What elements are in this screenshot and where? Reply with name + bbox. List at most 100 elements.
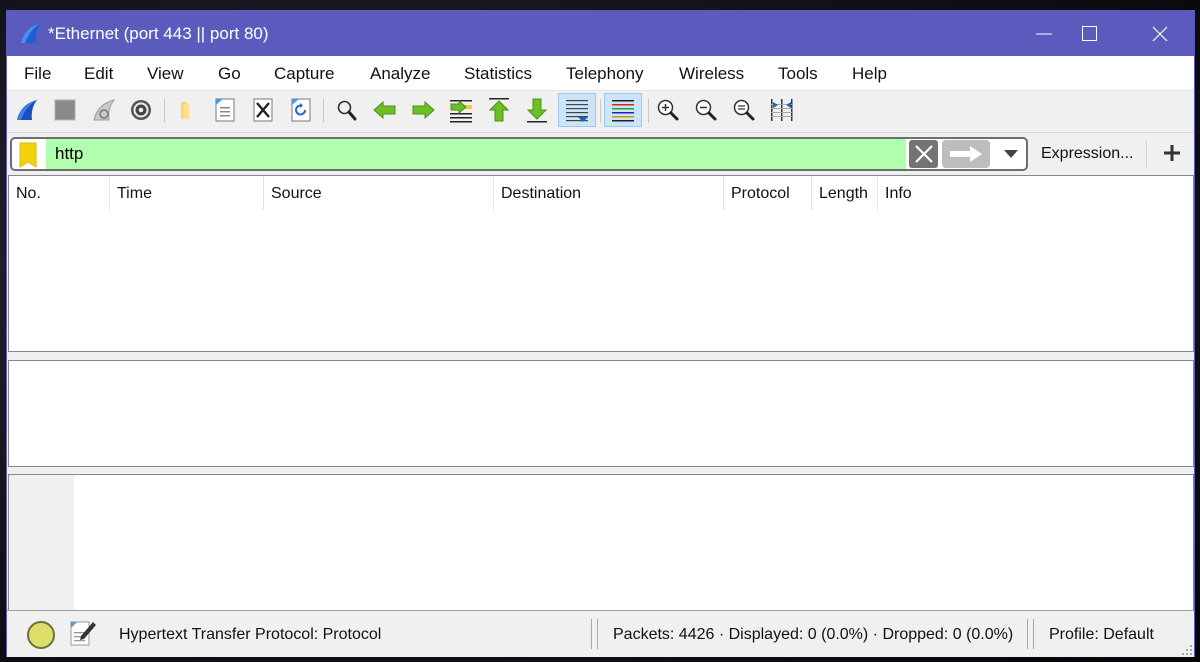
- main-toolbar: [7, 92, 1194, 130]
- find-packet-button[interactable]: [332, 95, 362, 125]
- toolbar-separator: [323, 99, 324, 123]
- chevron-down-icon: [1004, 150, 1018, 158]
- folder-icon: [181, 102, 189, 119]
- menu-capture[interactable]: Capture: [274, 64, 334, 84]
- start-capture-button[interactable]: [12, 95, 42, 125]
- gear-icon: [131, 100, 151, 120]
- display-filter-bar: Expression...: [7, 132, 1194, 174]
- open-file-button[interactable]: [171, 95, 201, 125]
- display-filter-box: [10, 137, 1028, 171]
- display-filter-input[interactable]: [46, 139, 906, 169]
- statusbar-separator[interactable]: [1033, 619, 1034, 649]
- add-filter-button[interactable]: [1160, 141, 1184, 165]
- column-header-destination[interactable]: Destination: [494, 176, 724, 210]
- menu-statistics[interactable]: Statistics: [464, 64, 532, 84]
- toolbar-separator: [600, 99, 601, 123]
- zoom-in-icon: [657, 99, 679, 121]
- filter-bookmark-button[interactable]: [18, 142, 38, 168]
- go-first-button[interactable]: [484, 95, 514, 125]
- column-header-info[interactable]: Info: [878, 176, 1193, 210]
- menu-analyze[interactable]: Analyze: [370, 64, 430, 84]
- bookmark-icon: [19, 142, 37, 168]
- column-header-source[interactable]: Source: [264, 176, 494, 210]
- resize-columns-button[interactable]: [767, 95, 797, 125]
- arrow-down-bottom-icon: [526, 98, 548, 123]
- statusbar-separator[interactable]: [597, 619, 598, 649]
- autoscroll-button[interactable]: [558, 93, 596, 127]
- column-header-time[interactable]: Time: [110, 176, 264, 210]
- restart-capture-button[interactable]: [89, 95, 119, 125]
- packet-bytes-pane[interactable]: [8, 474, 1194, 610]
- menu-telephony[interactable]: Telephony: [566, 64, 644, 84]
- shark-fin-icon: [17, 100, 37, 120]
- arrow-right-icon: [412, 100, 435, 120]
- zoom-in-button[interactable]: [653, 95, 683, 125]
- column-label: Source: [271, 185, 322, 202]
- minimize-button[interactable]: [1021, 11, 1067, 56]
- resize-columns-icon: [771, 99, 793, 121]
- column-header-protocol[interactable]: Protocol: [724, 176, 812, 210]
- capture-comment-button[interactable]: [69, 619, 97, 647]
- stop-capture-button[interactable]: [50, 95, 80, 125]
- resize-grip-icon[interactable]: [1182, 645, 1192, 655]
- restart-fin-icon: [93, 99, 116, 121]
- menu-go[interactable]: Go: [218, 64, 241, 84]
- wireshark-logo-icon: [21, 23, 41, 43]
- file-close-icon: [253, 98, 273, 122]
- close-icon: [1152, 26, 1168, 41]
- go-forward-button[interactable]: [408, 95, 438, 125]
- close-button[interactable]: [1137, 11, 1183, 56]
- window-title: *Ethernet (port 443 || port 80): [48, 24, 269, 43]
- menu-view[interactable]: View: [147, 64, 184, 84]
- statusbar-separator[interactable]: [591, 619, 592, 649]
- packet-count-text: Packets: 4426 · Displayed: 0 (0.0%) · Dr…: [613, 626, 1014, 643]
- plus-icon: [1164, 145, 1180, 161]
- close-file-button[interactable]: [248, 95, 278, 125]
- title-bar[interactable]: *Ethernet (port 443 || port 80): [7, 11, 1194, 56]
- autoscroll-icon: [566, 100, 588, 122]
- status-bar: Hypertext Transfer Protocol: Protocol Pa…: [7, 610, 1194, 657]
- go-last-button[interactable]: [522, 95, 552, 125]
- maximize-button[interactable]: [1067, 11, 1113, 56]
- menu-edit[interactable]: Edit: [84, 64, 113, 84]
- field-info-text: Hypertext Transfer Protocol: Protocol: [119, 626, 382, 643]
- menu-help[interactable]: Help: [852, 64, 887, 84]
- arrow-up-top-icon: [488, 98, 510, 122]
- minimize-icon: [1036, 33, 1052, 34]
- stop-square-icon: [54, 99, 76, 121]
- arrow-right-icon: [950, 146, 982, 162]
- menu-bar: File Edit View Go Capture Analyze Statis…: [7, 56, 1194, 91]
- go-to-packet-button[interactable]: [446, 95, 476, 125]
- column-label: Destination: [501, 185, 582, 202]
- jump-to-icon: [450, 99, 472, 123]
- statusbar-separator[interactable]: [1027, 619, 1028, 649]
- colorize-button[interactable]: [604, 93, 642, 127]
- file-binary-icon: [215, 98, 235, 122]
- profile-switcher[interactable]: Profile: Default: [1049, 626, 1154, 644]
- column-header-no[interactable]: No.: [9, 176, 110, 210]
- toolbar-separator: [164, 99, 165, 123]
- normal-size-button[interactable]: [729, 95, 759, 125]
- apply-filter-button[interactable]: [942, 140, 990, 168]
- expert-info-led-icon[interactable]: [27, 621, 55, 649]
- packet-details-pane[interactable]: [8, 360, 1194, 467]
- filter-history-dropdown[interactable]: [1002, 147, 1020, 161]
- save-file-button[interactable]: [210, 95, 240, 125]
- column-label: No.: [16, 185, 41, 202]
- clear-filter-button[interactable]: [909, 140, 938, 168]
- toolbar-separator: [648, 99, 649, 123]
- packet-list-pane[interactable]: No. Time Source Destination Protocol Len…: [8, 175, 1194, 352]
- go-back-button[interactable]: [370, 95, 400, 125]
- reload-file-button[interactable]: [286, 95, 316, 125]
- column-label: Time: [117, 185, 152, 202]
- menu-wireless[interactable]: Wireless: [679, 64, 744, 84]
- menu-tools[interactable]: Tools: [778, 64, 818, 84]
- capture-options-button[interactable]: [126, 95, 156, 125]
- arrow-left-icon: [373, 100, 396, 120]
- zoom-out-button[interactable]: [691, 95, 721, 125]
- menu-file[interactable]: File: [24, 64, 51, 84]
- column-header-length[interactable]: Length: [812, 176, 878, 210]
- zoom-reset-icon: [733, 99, 755, 121]
- filterbar-separator: [1146, 141, 1147, 167]
- expression-button[interactable]: Expression...: [1041, 145, 1133, 163]
